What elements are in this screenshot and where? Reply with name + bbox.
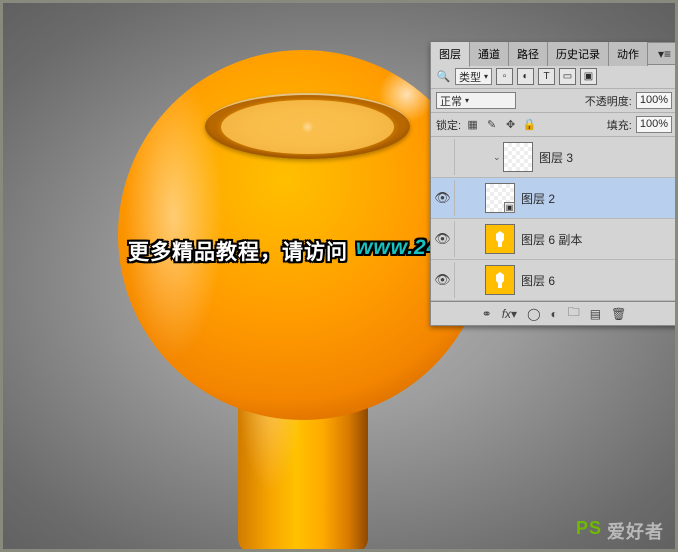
eye-icon: 👁 [434, 231, 451, 247]
layer-row[interactable]: 👁 ▣ 图层 2 [431, 178, 677, 219]
watermark-left: PS [576, 518, 602, 544]
layer-thumbnail[interactable] [503, 142, 533, 172]
lock-all-icon[interactable]: 🔒 [522, 117, 537, 132]
filter-pixel-icon[interactable]: ▫ [496, 68, 513, 85]
filter-kind-label: 类型 [459, 69, 481, 85]
filter-adjust-icon[interactable]: ◐ [517, 68, 534, 85]
chevron-down-icon: ▾ [465, 96, 469, 105]
layer-thumbnail[interactable]: ▣ [485, 183, 515, 213]
watermark: PS 爱好者 [576, 518, 664, 544]
tab-history[interactable]: 历史记录 [548, 42, 609, 66]
tab-paths[interactable]: 路径 [509, 42, 548, 66]
filter-type-icon[interactable]: T [538, 68, 555, 85]
panel-tabs: 图层 通道 路径 历史记录 动作 ▾≡ [431, 43, 677, 65]
smart-object-badge-icon: ▣ [504, 202, 515, 213]
filter-kind-select[interactable]: 类型 ▾ [455, 68, 492, 85]
layer-name[interactable]: 图层 6 副本 [521, 231, 582, 248]
visibility-toggle[interactable]: 👁 [431, 262, 455, 298]
fill-label: 填充: [607, 117, 632, 133]
tab-actions[interactable]: 动作 [609, 42, 648, 66]
filter-smart-icon[interactable]: ▣ [580, 68, 597, 85]
lock-row: 锁定: ▦ ✎ ✥ 🔒 填充: 100% [431, 113, 677, 137]
layer-thumbnail[interactable] [485, 265, 515, 295]
lock-transparent-icon[interactable]: ▦ [465, 117, 480, 132]
layer-name[interactable]: 图层 3 [539, 149, 573, 166]
lock-position-icon[interactable]: ✥ [503, 117, 518, 132]
layer-thumbnail[interactable] [485, 224, 515, 254]
filter-kind-icon[interactable]: 🔍 [436, 69, 451, 84]
eye-icon: 👁 [434, 272, 451, 288]
lock-label: 锁定: [436, 117, 461, 133]
chevron-down-icon: ▾ [484, 72, 488, 81]
group-icon[interactable]: 🗀 [568, 303, 580, 324]
panel-bottom-bar: ⚭ fx▾ ◯ ◐ 🗀 ▤ 🗑 [431, 301, 677, 325]
fx-icon[interactable]: fx▾ [502, 307, 517, 321]
adjustment-icon[interactable]: ◐ [551, 307, 558, 321]
layer-list: ⌄ 图层 3 👁 ▣ 图层 2 👁 图层 6 副本 👁 图层 6 [431, 137, 677, 301]
layer-row[interactable]: 👁 图层 6 副本 [431, 219, 677, 260]
blend-mode-value: 正常 [440, 93, 462, 109]
visibility-toggle[interactable]: 👁 [431, 221, 455, 257]
layer-row[interactable]: ⌄ 图层 3 [431, 137, 677, 178]
mask-icon[interactable]: ◯ [527, 307, 540, 321]
layer-row[interactable]: 👁 图层 6 [431, 260, 677, 301]
filter-shape-icon[interactable]: ▭ [559, 68, 576, 85]
tab-layers[interactable]: 图层 [431, 42, 470, 67]
layers-panel: 图层 通道 路径 历史记录 动作 ▾≡ 🔍 类型 ▾ ▫ ◐ T ▭ ▣ 正常 … [430, 42, 678, 326]
fill-value[interactable]: 100% [636, 116, 672, 133]
layer-name[interactable]: 图层 2 [521, 190, 555, 207]
blend-mode-select[interactable]: 正常 ▾ [436, 92, 516, 109]
layer-name[interactable]: 图层 6 [521, 272, 555, 289]
promo-text: 更多精品教程，请访问 [128, 236, 348, 266]
delete-icon[interactable]: 🗑 [611, 307, 626, 321]
link-layers-icon[interactable]: ⚭ [482, 307, 492, 321]
eye-icon: 👁 [434, 190, 451, 206]
clip-arrow-icon[interactable]: ⌄ [491, 152, 503, 163]
new-layer-icon[interactable]: ▤ [590, 307, 601, 321]
opacity-label: 不透明度: [585, 93, 632, 109]
lock-image-icon[interactable]: ✎ [484, 117, 499, 132]
filter-row: 🔍 类型 ▾ ▫ ◐ T ▭ ▣ [431, 65, 677, 89]
tab-channels[interactable]: 通道 [470, 42, 509, 66]
watermark-right: 爱好者 [607, 518, 664, 544]
visibility-toggle[interactable]: 👁 [431, 180, 455, 216]
opacity-value[interactable]: 100% [636, 92, 672, 109]
panel-menu-icon[interactable]: ▾≡ [652, 44, 677, 64]
visibility-toggle[interactable] [431, 139, 455, 175]
blend-row: 正常 ▾ 不透明度: 100% [431, 89, 677, 113]
